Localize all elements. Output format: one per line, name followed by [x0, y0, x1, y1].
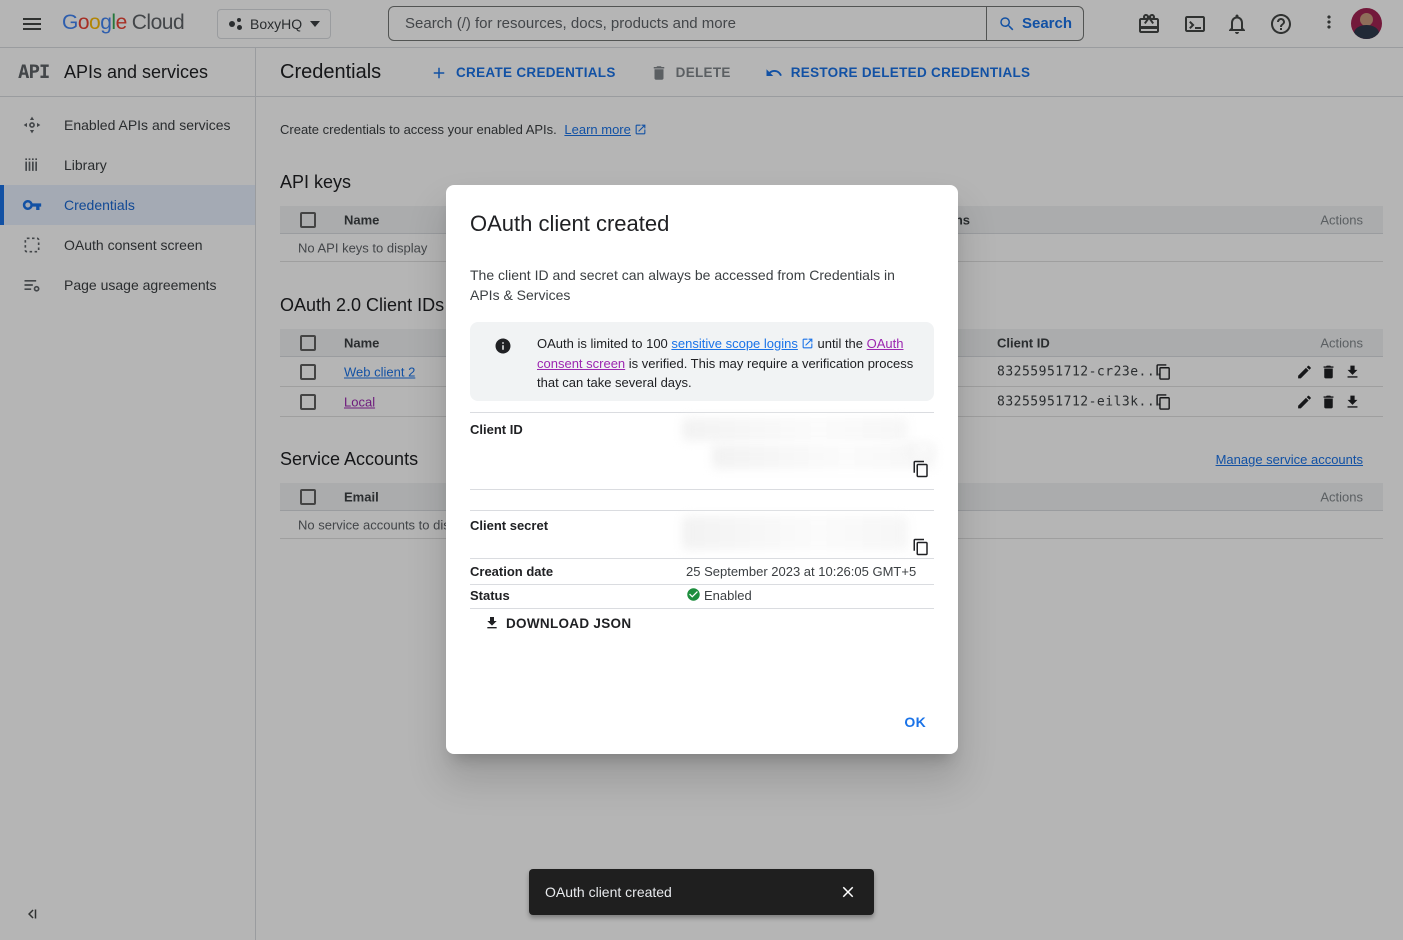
status-value: Enabled: [704, 588, 752, 603]
oauth-client-created-dialog: OAuth client created The client ID and s…: [446, 185, 958, 754]
client-secret-label: Client secret: [470, 518, 548, 533]
external-link-icon: [801, 337, 814, 350]
dialog-description: The client ID and secret can always be a…: [470, 265, 914, 305]
redacted-client-secret: [682, 516, 908, 550]
download-json-button[interactable]: DOWNLOAD JSON: [484, 615, 631, 631]
dialog-title: OAuth client created: [470, 211, 669, 237]
creation-date-label: Creation date: [470, 564, 553, 579]
status-label: Status: [470, 588, 510, 603]
toast: OAuth client created: [529, 869, 874, 915]
redacted-client-id: [682, 418, 908, 441]
download-icon: [484, 615, 500, 631]
redacted-client-id: [712, 444, 935, 469]
creation-date-value: 25 September 2023 at 10:26:05 GMT+5: [686, 564, 916, 579]
info-icon: [494, 337, 512, 355]
copy-icon[interactable]: [912, 460, 930, 478]
ok-button[interactable]: OK: [896, 708, 934, 736]
redacted-client-id: [906, 443, 934, 456]
toast-message: OAuth client created: [545, 884, 672, 900]
sensitive-scope-logins-link[interactable]: sensitive scope logins: [671, 336, 797, 351]
copy-icon[interactable]: [912, 538, 930, 556]
check-circle-icon: [686, 587, 701, 602]
client-id-label: Client ID: [470, 422, 523, 437]
notice-text: OAuth is limited to 100 sensitive scope …: [537, 334, 923, 393]
notice-box: OAuth is limited to 100 sensitive scope …: [470, 322, 934, 401]
close-icon[interactable]: [839, 883, 857, 901]
